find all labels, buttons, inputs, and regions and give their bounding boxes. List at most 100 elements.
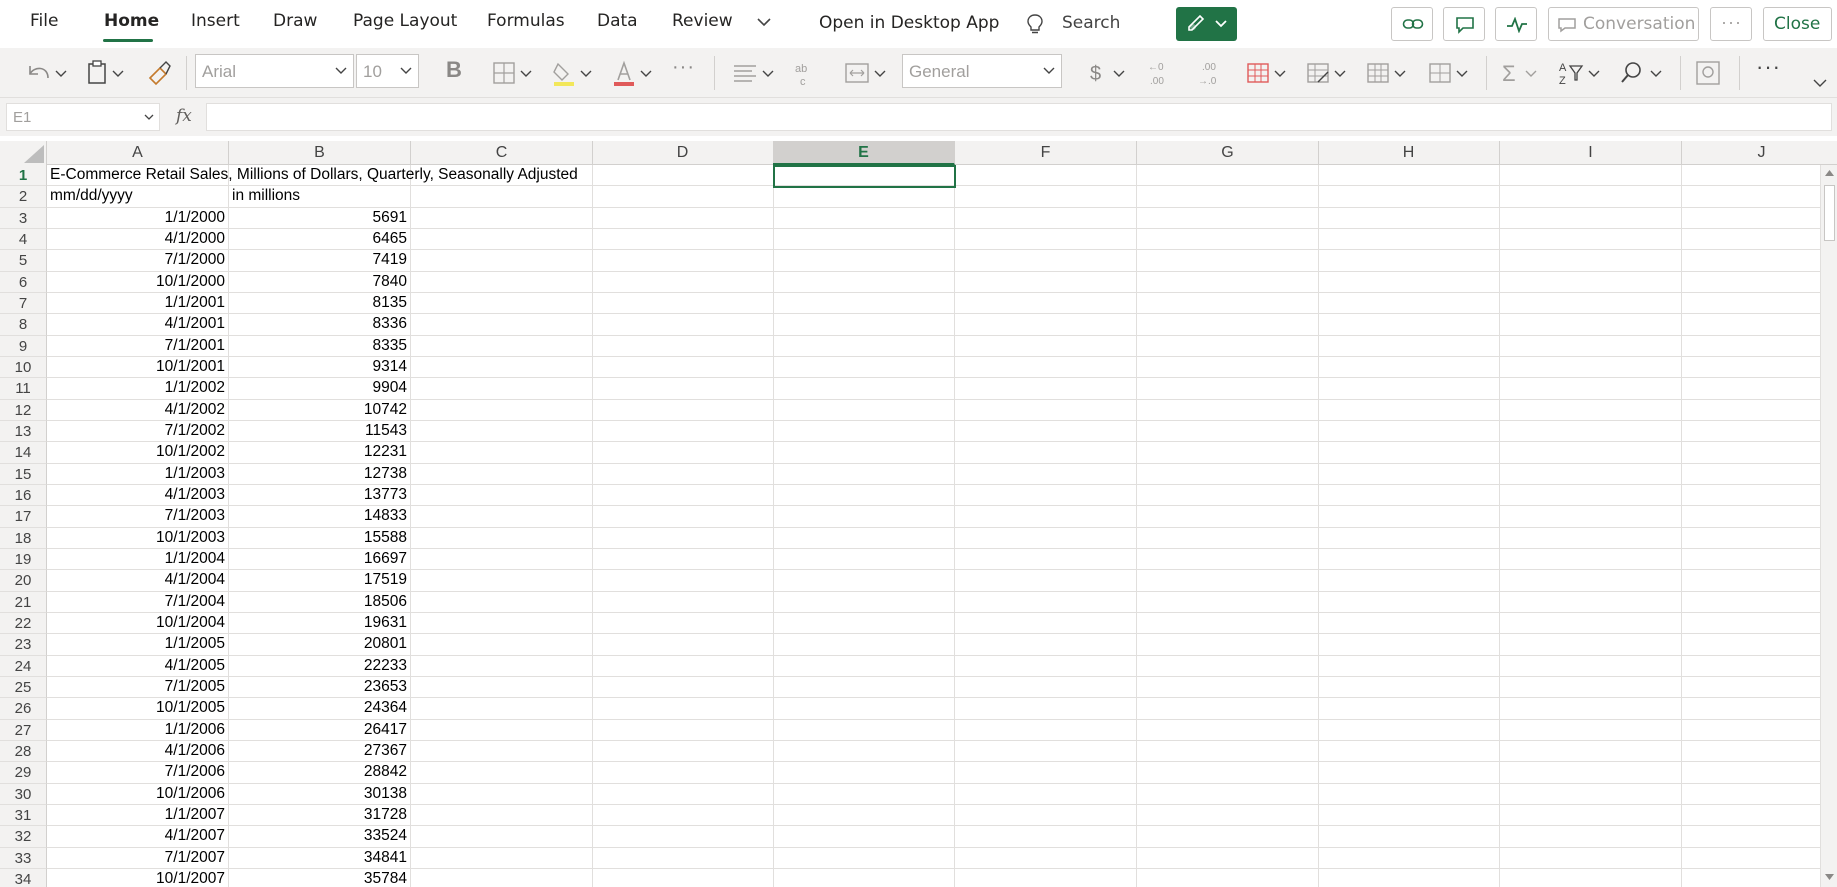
row-header[interactable]: 23 bbox=[0, 634, 47, 656]
bold-icon[interactable]: B bbox=[446, 57, 462, 83]
cell-i26[interactable] bbox=[1500, 698, 1682, 720]
cell-i24[interactable] bbox=[1500, 655, 1682, 677]
cell-a29[interactable]: 7/1/2006 bbox=[47, 762, 229, 784]
cell-h25[interactable] bbox=[1318, 676, 1500, 699]
cell-j7[interactable] bbox=[1682, 293, 1837, 315]
cell-h23[interactable] bbox=[1318, 634, 1500, 656]
column-header-a[interactable]: A bbox=[47, 141, 229, 165]
cell-g22[interactable] bbox=[1137, 612, 1319, 635]
cell-c25[interactable] bbox=[411, 676, 593, 699]
cell-a3[interactable]: 1/1/2000 bbox=[47, 207, 229, 229]
cell-d2[interactable] bbox=[592, 186, 774, 208]
cell-b31[interactable]: 31728 bbox=[229, 804, 411, 827]
cell-c33[interactable] bbox=[411, 847, 593, 869]
cell-j20[interactable] bbox=[1682, 570, 1837, 592]
cell-i18[interactable] bbox=[1500, 527, 1682, 549]
cell-e26[interactable] bbox=[773, 698, 955, 720]
cell-c19[interactable] bbox=[411, 548, 593, 571]
cell-j29[interactable] bbox=[1682, 762, 1837, 784]
number-format-dropdown[interactable]: General bbox=[902, 54, 1062, 88]
cell-i30[interactable] bbox=[1500, 783, 1682, 805]
cell-i32[interactable] bbox=[1500, 826, 1682, 848]
cell-c22[interactable] bbox=[411, 612, 593, 635]
cell-d15[interactable] bbox=[592, 463, 774, 485]
cell-c30[interactable] bbox=[411, 783, 593, 805]
cell-b25[interactable]: 23653 bbox=[229, 676, 411, 699]
cell-e25[interactable] bbox=[773, 676, 955, 699]
cell-g18[interactable] bbox=[1137, 527, 1319, 549]
borders-icon[interactable] bbox=[490, 58, 536, 88]
cell-d27[interactable] bbox=[592, 719, 774, 741]
cell-b23[interactable]: 20801 bbox=[229, 634, 411, 656]
cell-h16[interactable] bbox=[1318, 484, 1500, 507]
cell-g17[interactable] bbox=[1137, 506, 1319, 528]
cell-d22[interactable] bbox=[592, 612, 774, 635]
cell-g23[interactable] bbox=[1137, 634, 1319, 656]
cell-c12[interactable] bbox=[411, 399, 593, 421]
cell-b13[interactable]: 11543 bbox=[229, 420, 411, 443]
cell-h8[interactable] bbox=[1318, 314, 1500, 336]
cell-c8[interactable] bbox=[411, 314, 593, 336]
open-desktop-app-link[interactable]: Open in Desktop App bbox=[819, 13, 999, 33]
cell-h27[interactable] bbox=[1318, 719, 1500, 741]
cell-f7[interactable] bbox=[955, 292, 1137, 315]
cell-b9[interactable]: 8335 bbox=[229, 335, 411, 357]
cell-c23[interactable] bbox=[411, 634, 593, 656]
cell-e10[interactable] bbox=[773, 356, 955, 379]
cell-f20[interactable] bbox=[955, 570, 1137, 592]
insert-delete-cells-icon[interactable] bbox=[1426, 58, 1474, 88]
cell-f31[interactable] bbox=[955, 804, 1137, 827]
cell-a17[interactable]: 7/1/2003 bbox=[47, 506, 229, 528]
cell-h11[interactable] bbox=[1318, 378, 1500, 400]
cell-c9[interactable] bbox=[411, 335, 593, 357]
cell-e8[interactable] bbox=[773, 314, 955, 336]
cell-e24[interactable] bbox=[773, 655, 955, 677]
cell-d26[interactable] bbox=[592, 698, 774, 720]
cell-i8[interactable] bbox=[1500, 314, 1682, 336]
cell-styles-icon[interactable] bbox=[1364, 58, 1412, 88]
cell-j19[interactable] bbox=[1682, 549, 1837, 571]
cell-g21[interactable] bbox=[1137, 591, 1319, 613]
cell-f11[interactable] bbox=[955, 378, 1137, 400]
cell-e23[interactable] bbox=[773, 634, 955, 656]
select-all-corner[interactable] bbox=[0, 141, 47, 165]
cell-f30[interactable] bbox=[955, 783, 1137, 805]
cell-e11[interactable] bbox=[773, 378, 955, 400]
cell-d29[interactable] bbox=[592, 762, 774, 784]
cell-c4[interactable] bbox=[411, 228, 593, 251]
cell-i33[interactable] bbox=[1500, 847, 1682, 869]
cell-b21[interactable]: 18506 bbox=[229, 591, 411, 613]
column-header-g[interactable]: G bbox=[1137, 141, 1319, 165]
cell-i23[interactable] bbox=[1500, 634, 1682, 656]
cell-j5[interactable] bbox=[1682, 250, 1837, 272]
cell-b19[interactable]: 16697 bbox=[229, 548, 411, 571]
cell-j32[interactable] bbox=[1682, 826, 1837, 848]
cell-a19[interactable]: 1/1/2004 bbox=[47, 548, 229, 571]
cell-c7[interactable] bbox=[411, 292, 593, 315]
cell-d3[interactable] bbox=[592, 207, 774, 229]
cell-f19[interactable] bbox=[955, 548, 1137, 571]
cell-d12[interactable] bbox=[592, 399, 774, 421]
cell-f34[interactable] bbox=[955, 868, 1137, 887]
cell-d30[interactable] bbox=[592, 783, 774, 805]
cell-b12[interactable]: 10742 bbox=[229, 399, 411, 421]
cell-j23[interactable] bbox=[1682, 634, 1837, 656]
increase-decimal-icon[interactable]: ←0.00 bbox=[1144, 58, 1174, 88]
row-header[interactable]: 29 bbox=[0, 762, 47, 784]
search-box[interactable]: Search bbox=[1024, 8, 1144, 40]
menu-data[interactable]: Data bbox=[597, 11, 638, 31]
cell-h30[interactable] bbox=[1318, 783, 1500, 805]
cell-a30[interactable]: 10/1/2006 bbox=[47, 783, 229, 805]
cell-g15[interactable] bbox=[1137, 463, 1319, 485]
cell-e3[interactable] bbox=[773, 207, 955, 229]
row-header[interactable]: 21 bbox=[0, 591, 47, 613]
cell-g8[interactable] bbox=[1137, 314, 1319, 336]
menu-insert[interactable]: Insert bbox=[191, 11, 240, 31]
cell-i22[interactable] bbox=[1500, 612, 1682, 635]
cell-h6[interactable] bbox=[1318, 271, 1500, 293]
column-header-h[interactable]: H bbox=[1318, 141, 1500, 165]
decrease-decimal-icon[interactable]: .00→.0 bbox=[1194, 58, 1224, 88]
cell-c15[interactable] bbox=[411, 463, 593, 485]
cell-i14[interactable] bbox=[1500, 442, 1682, 464]
cell-d18[interactable] bbox=[592, 527, 774, 549]
